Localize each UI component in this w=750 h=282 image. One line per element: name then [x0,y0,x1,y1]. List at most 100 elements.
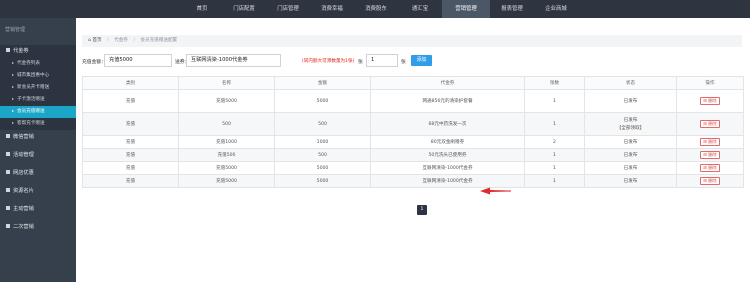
col-header-voucher: 代金券 [370,76,525,90]
sidebar-group-label: 资源名片 [13,188,34,194]
status-subtext: 【全部领取】 [616,126,645,131]
top-nav-bar: 首页 门店配置 门店管理 消费幸福 消费股东 通汇宝 营销管理 报表管理 企业商… [0,0,750,18]
sidebar-group-vouchers[interactable]: 代金券 [0,45,76,58]
breadcrumb: ⌂ 首页 / 代金券 / 会员充值赠送配置 [82,35,742,47]
sidebar-item-subcard-gift[interactable]: 子卡激活赠送 [0,94,76,106]
cell-voucher: 互联网清染-1000代金券 [370,161,525,175]
breadcrumb-vouchers[interactable]: 代金券 [114,38,128,43]
cell-action: ☒删除 [676,112,744,136]
recharge-amount-select[interactable]: 充值5000 [104,54,172,67]
cell-name: 充值5000 [178,161,275,175]
cell-amount: 1000 [274,135,371,149]
table-header-row: 类别 名称 金额 代金券 张数 状态 操作 [82,76,744,90]
delete-label: 删除 [708,121,717,126]
nav-store-management[interactable]: 门店管理 [266,0,310,18]
cell-quantity: 1 [524,112,585,136]
plus-square-icon [6,170,10,174]
sidebar-group-online-discount[interactable]: 网店优惠 [0,167,76,180]
delete-button[interactable]: ☒删除 [700,151,720,159]
trash-icon: ☒ [703,139,708,144]
table-row: 充值 充值500 500 50元洗头已使用券 1 已发布 ☒删除 [82,148,744,162]
col-header-quantity: 张数 [524,76,585,90]
cell-voucher: 网通856元的清染护套餐 [370,89,525,113]
table-row: 充值 500 500 68元中药洗发一次 1 已发布 【全部领取】 ☒删除 [82,112,744,136]
cell-category: 充值 [82,161,179,175]
nav-marketing-management[interactable]: 营销管理 [442,0,490,18]
sidebar-group-resource-cards[interactable]: 资源名片 [0,185,76,198]
breadcrumb-home[interactable]: 首页 [92,38,101,43]
voucher-select[interactable]: 互联网清染-1000代金券 [186,54,281,67]
nav-home[interactable]: 首页 [182,0,222,18]
sidebar-group-label: 网店优惠 [13,170,34,176]
nav-report-management[interactable]: 报表管理 [490,0,534,18]
cell-amount: 5000 [274,174,371,188]
sidebar-group-label: 活动管理 [13,152,34,158]
plus-square-icon [6,188,10,192]
sidebar-group-secondary-marketing[interactable]: 二次营销 [0,221,76,234]
nav-tonghuibao[interactable]: 通汇宝 [398,0,442,18]
max-quantity-warning: (同内额大可添数量为1张) [302,59,355,64]
delete-button[interactable]: ☒删除 [700,164,720,172]
quantity-input[interactable]: 1 [366,54,398,67]
cell-name: 充值5000 [178,89,275,113]
cell-status: 已发布 [584,89,677,113]
sidebar-item-new-member-gift[interactable]: 新会员开卡赠送 [0,82,76,94]
sidebar-item-voucher-list[interactable]: 代金券列表 [0,58,76,70]
sidebar: 营销管理 代金券 代金券列表 城市集团惠中心 新会员开卡赠送 子卡激活赠送 会员… [0,18,76,282]
cell-action: ☒删除 [676,148,744,162]
quantity-unit: 张 [401,60,406,65]
add-button[interactable]: 添加 [411,55,432,66]
cell-voucher: 50元洗头已使用券 [370,148,525,162]
table-row: 充值 充值5000 5000 互联网清染-1000代金券 1 已发布 ☒删除 [82,174,744,188]
delete-button[interactable]: ☒删除 [700,120,720,128]
recharge-amount-label: 充值金额： [82,60,106,65]
sidebar-item-guest-card-gift[interactable]: 客帮充卡赠送 [0,118,76,130]
sidebar-group-activities[interactable]: 活动管理 [0,149,76,162]
cell-amount: 500 [274,112,371,136]
sidebar-group-label: 微信营销 [13,134,34,140]
nav-enterprise-mall[interactable]: 企业商城 [534,0,578,18]
cell-quantity: 1 [524,89,585,113]
sidebar-item-city-group[interactable]: 城市集团惠中心 [0,70,76,82]
cell-quantity: 1 [524,161,585,175]
sidebar-group-label: 代金券 [13,48,29,54]
sidebar-item-recharge-gift[interactable]: 会员充值赠送 [0,106,76,118]
sidebar-item-label: 子卡激活赠送 [17,97,45,102]
caret-right-icon [12,110,14,112]
nav-consumption-happiness[interactable]: 消费幸福 [310,0,354,18]
cell-action: ☒删除 [676,135,744,149]
cell-status: 已发布 [584,148,677,162]
sidebar-item-label: 代金券列表 [17,61,40,66]
sidebar-group-active-marketing[interactable]: 主动营销 [0,203,76,216]
delete-button[interactable]: ☒删除 [700,97,720,105]
delete-label: 删除 [708,178,717,183]
nav-consumption-shareholder[interactable]: 消费股东 [354,0,398,18]
gift-config-table: 类别 名称 金额 代金券 张数 状态 操作 充值 充值5000 5000 网通8… [82,76,744,188]
cell-quantity: 1 [524,148,585,162]
pagination-page-button[interactable]: 1 [417,205,427,215]
cell-action: ☒删除 [676,89,744,113]
cell-category: 充值 [82,174,179,188]
caret-right-icon [12,74,14,76]
delete-button[interactable]: ☒删除 [700,177,720,185]
sidebar-title: 营销管理 [5,27,26,33]
delete-button[interactable]: ☒删除 [700,138,720,146]
quantity-label: 张 [358,60,363,65]
cell-category: 充值 [82,112,179,136]
cell-quantity: 1 [524,174,585,188]
cell-voucher: 80元双金刷赠券 [370,135,525,149]
home-icon: ⌂ [88,38,91,43]
nav-store-config[interactable]: 门店配置 [222,0,266,18]
sidebar-item-label: 城市集团惠中心 [17,73,50,78]
cell-status: 已发布 [584,174,677,188]
cell-name: 充值1000 [178,135,275,149]
cell-quantity: 2 [524,135,585,149]
breadcrumb-separator: / [133,38,135,43]
sidebar-group-wechat[interactable]: 微信营销 [0,131,76,144]
col-header-category: 类别 [82,76,179,90]
cell-name: 500 [178,112,275,136]
caret-right-icon [12,62,14,64]
plus-square-icon [6,152,10,156]
col-header-name: 名称 [178,76,275,90]
sidebar-group-label: 二次营销 [13,224,34,230]
